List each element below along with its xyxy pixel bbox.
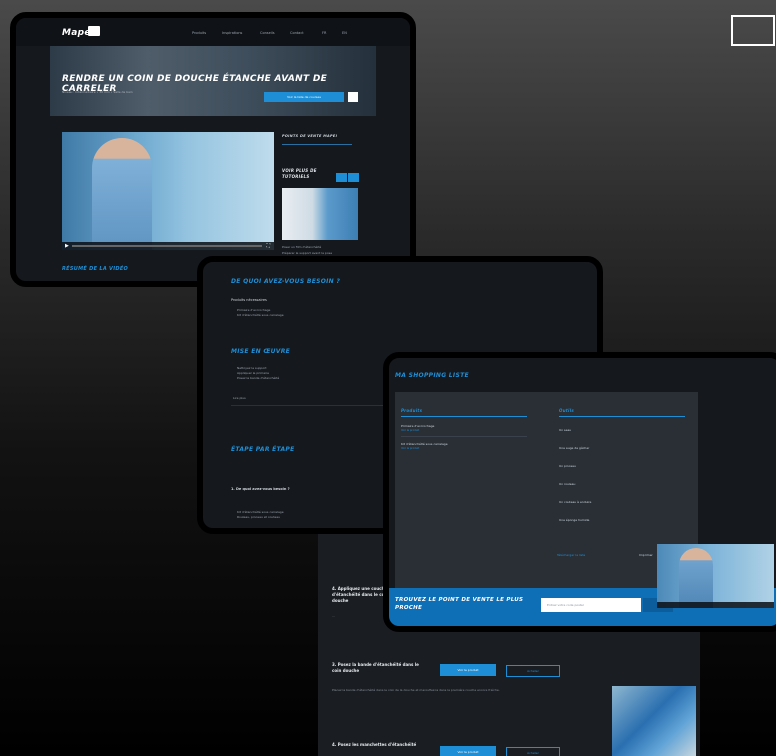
store-finder-title: TROUVEZ LE POINT DE VENTE LE PLUS PROCHE [395,597,524,611]
step-3-secondary-button[interactable]: Acheter [506,665,560,677]
read-more-link[interactable]: Lire plus [233,396,246,401]
product-link-2[interactable]: Voir le produit [401,447,419,450]
nav-item-lang-en[interactable]: EN [342,31,347,35]
needs-list: Primaire d'accrochage Kit d'étanchéité s… [237,308,284,317]
postal-code-input[interactable]: Entrez votre code postal [541,598,641,612]
tools-column-header: Outils [559,408,575,413]
arrow-left-icon[interactable] [336,173,347,182]
carousel-arrows [336,167,360,182]
tool-item-4: Un rouleau [559,482,576,486]
nav-item-products[interactable]: Produits [192,31,206,35]
video-player[interactable]: ▶ ⛶ [62,132,274,250]
prep-list: Nettoyez le support Appliquez le primair… [237,366,280,380]
hero-meta: Niveau : Intermédiaire • 30 min • Salle … [62,90,133,94]
product-item-1: Primaire d'accrochage [401,424,435,428]
product-link-1[interactable]: Voir le produit [401,429,419,432]
share-button[interactable] [348,92,358,102]
step-1-list: Kit d'étanchéité sous carrelage Rouleau,… [237,510,284,519]
video-person-figure [92,138,152,250]
products-header-line [401,416,527,417]
step-5-title: 4. Posez les manchettes d'étanchéité [332,742,417,747]
download-list-link[interactable]: Télécharger la liste [557,553,585,557]
products-column-header: Produits [401,408,423,413]
arrow-right-icon[interactable] [348,173,359,182]
sidebar-heading: POINTS DE VENTE MAPEI [282,134,338,138]
tutorial-thumbnail[interactable] [282,188,358,240]
step-1-title: 1. De quoi avez-vous besoin ? [231,487,290,491]
tool-item-3: Un pinceau [559,464,576,468]
video-summary-heading: RÉSUMÉ DE LA VIDÉO [62,266,129,272]
mini-video-player[interactable] [657,544,774,608]
more-tutorials-heading: VOIR PLUS DE TUTORIELS [282,168,317,179]
fullscreen-icon[interactable]: ⛶ [266,243,270,249]
tool-item-2: Une auge de gâcher [559,446,590,450]
tool-item-1: Un seau [559,428,572,432]
tool-item-5: Un couteau à enduire [559,500,592,504]
needs-intro: Produits nécessaires [231,298,267,302]
step-photo [612,686,696,756]
tools-header-line [559,416,685,417]
sidebar-link-underline [282,144,352,145]
product-divider [401,436,527,437]
video-progress-bar[interactable] [72,245,262,247]
steps-heading: ÉTAPE PAR ÉTAPE [231,446,295,453]
screenshot-shopping-list: MA SHOPPING LISTE Produits Primaire d'ac… [383,352,776,632]
nav-item-lang-fr[interactable]: FR [322,31,326,35]
needs-heading: DE QUOI AVEZ-VOUS BESOIN ? [231,278,341,285]
screenshot-video-page: Mapei Produits Inspirations Conseils Con… [10,12,416,287]
tool-item-6: Une éponge humide [559,518,590,522]
step-5-primary-button[interactable]: Voir le produit [440,746,496,756]
product-item-2: Kit d'étanchéité sous carrelage [401,442,448,446]
nav-item-contact[interactable]: Contact [290,31,304,35]
thumbnail-caption: Poser un film d'étanchéité Préparer le s… [282,245,333,255]
shopping-list-heading: MA SHOPPING LISTE [395,372,469,379]
mini-video-person [679,548,713,608]
shopping-list-button[interactable]: Voir la liste de courses [264,92,344,102]
step-3-title: 3. Posez la bande d'étanchéité dans le c… [332,662,419,673]
step-3-primary-button[interactable]: Voir le produit [440,664,496,676]
corner-frame [731,15,775,46]
hero-banner: RENDRE UN COIN DE DOUCHE ÉTANCHE AVANT D… [50,46,376,116]
logo-badge-icon [88,26,100,36]
prep-heading: MISE EN ŒUVRE [231,348,291,355]
nav-item-tips[interactable]: Conseils [260,31,275,35]
play-icon[interactable]: ▶ [65,243,69,249]
mini-video-controls[interactable] [657,602,774,608]
top-nav: Mapei Produits Inspirations Conseils Con… [16,18,410,46]
step-5-secondary-button[interactable]: Acheter [506,747,560,756]
video-controls[interactable]: ▶ ⛶ [62,242,274,250]
step-3-text: Placez la bande d'étanchéité dans le coi… [332,688,500,692]
nav-item-inspirations[interactable]: Inspirations [222,31,242,35]
print-list-link[interactable]: Imprimer [639,553,653,557]
shopping-list-panel: Produits Primaire d'accrochage Voir le p… [395,392,698,588]
